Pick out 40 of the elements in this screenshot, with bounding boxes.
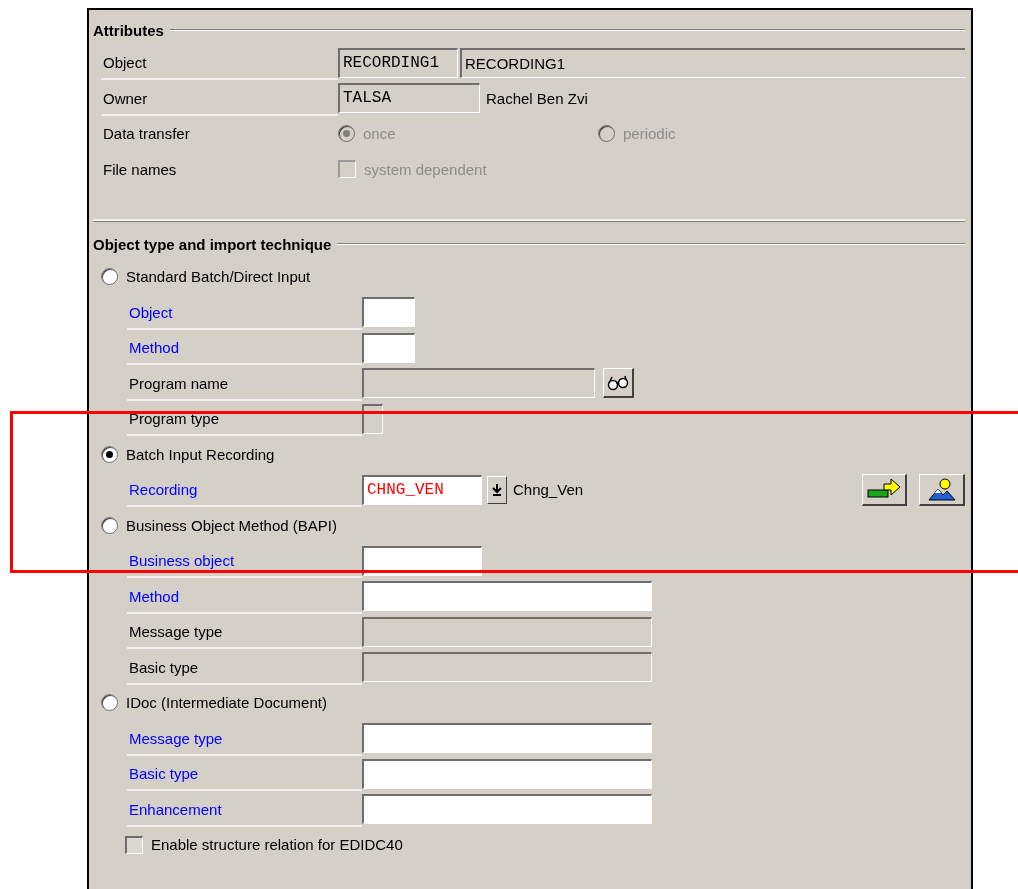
checkbox-label: Enable structure relation for EDIDC40: [151, 836, 403, 854]
arrow-icon: [867, 478, 901, 501]
input-field[interactable]: CHNG_VEN: [362, 474, 482, 505]
object-field[interactable]: RECORDING1: [338, 47, 458, 78]
display-button[interactable]: [919, 473, 965, 506]
radio-label: once: [363, 125, 396, 143]
radio-label: IDoc (Intermediate Document): [126, 694, 327, 712]
radio-label: Business Object Method (BAPI): [126, 516, 337, 534]
input-field[interactable]: [362, 332, 415, 363]
section-title: Attributes: [93, 21, 164, 39]
radio-button[interactable]: [101, 268, 118, 286]
execute-button[interactable]: [862, 473, 907, 506]
mountain-sun-icon: [927, 477, 956, 502]
dropdown-button[interactable]: [487, 475, 507, 504]
radio-label: Batch Input Recording: [126, 445, 275, 463]
radio-button[interactable]: [101, 694, 118, 712]
section-title: Object type and import technique: [93, 235, 332, 253]
field-label: Data transfer: [102, 124, 191, 145]
field-label: Business object: [127, 543, 362, 579]
radio-label: Standard Batch/Direct Input: [126, 268, 311, 286]
input-field[interactable]: [362, 758, 652, 789]
checkbox[interactable]: [125, 835, 143, 854]
field-label: File names: [102, 159, 178, 180]
owner-name: Rachel Ben Zvi: [486, 89, 588, 107]
down-arrow-icon: [492, 482, 502, 497]
object-description-field: RECORDING1: [460, 47, 965, 78]
recording-description: Chng_Ven: [513, 481, 584, 499]
glasses-icon: [606, 374, 630, 391]
input-field[interactable]: [362, 723, 652, 754]
field-label: Program type: [127, 401, 362, 437]
radio-button[interactable]: [101, 516, 118, 534]
radio-button[interactable]: [101, 445, 118, 463]
input-field[interactable]: [362, 794, 652, 825]
search-button[interactable]: [603, 368, 634, 399]
input-field[interactable]: [362, 545, 482, 576]
input-field[interactable]: [362, 297, 415, 328]
checkbox-label: system dependent: [364, 160, 487, 178]
owner-field[interactable]: TALSA: [338, 83, 480, 114]
radio-label: periodic: [623, 125, 676, 143]
input-field[interactable]: [362, 581, 652, 612]
